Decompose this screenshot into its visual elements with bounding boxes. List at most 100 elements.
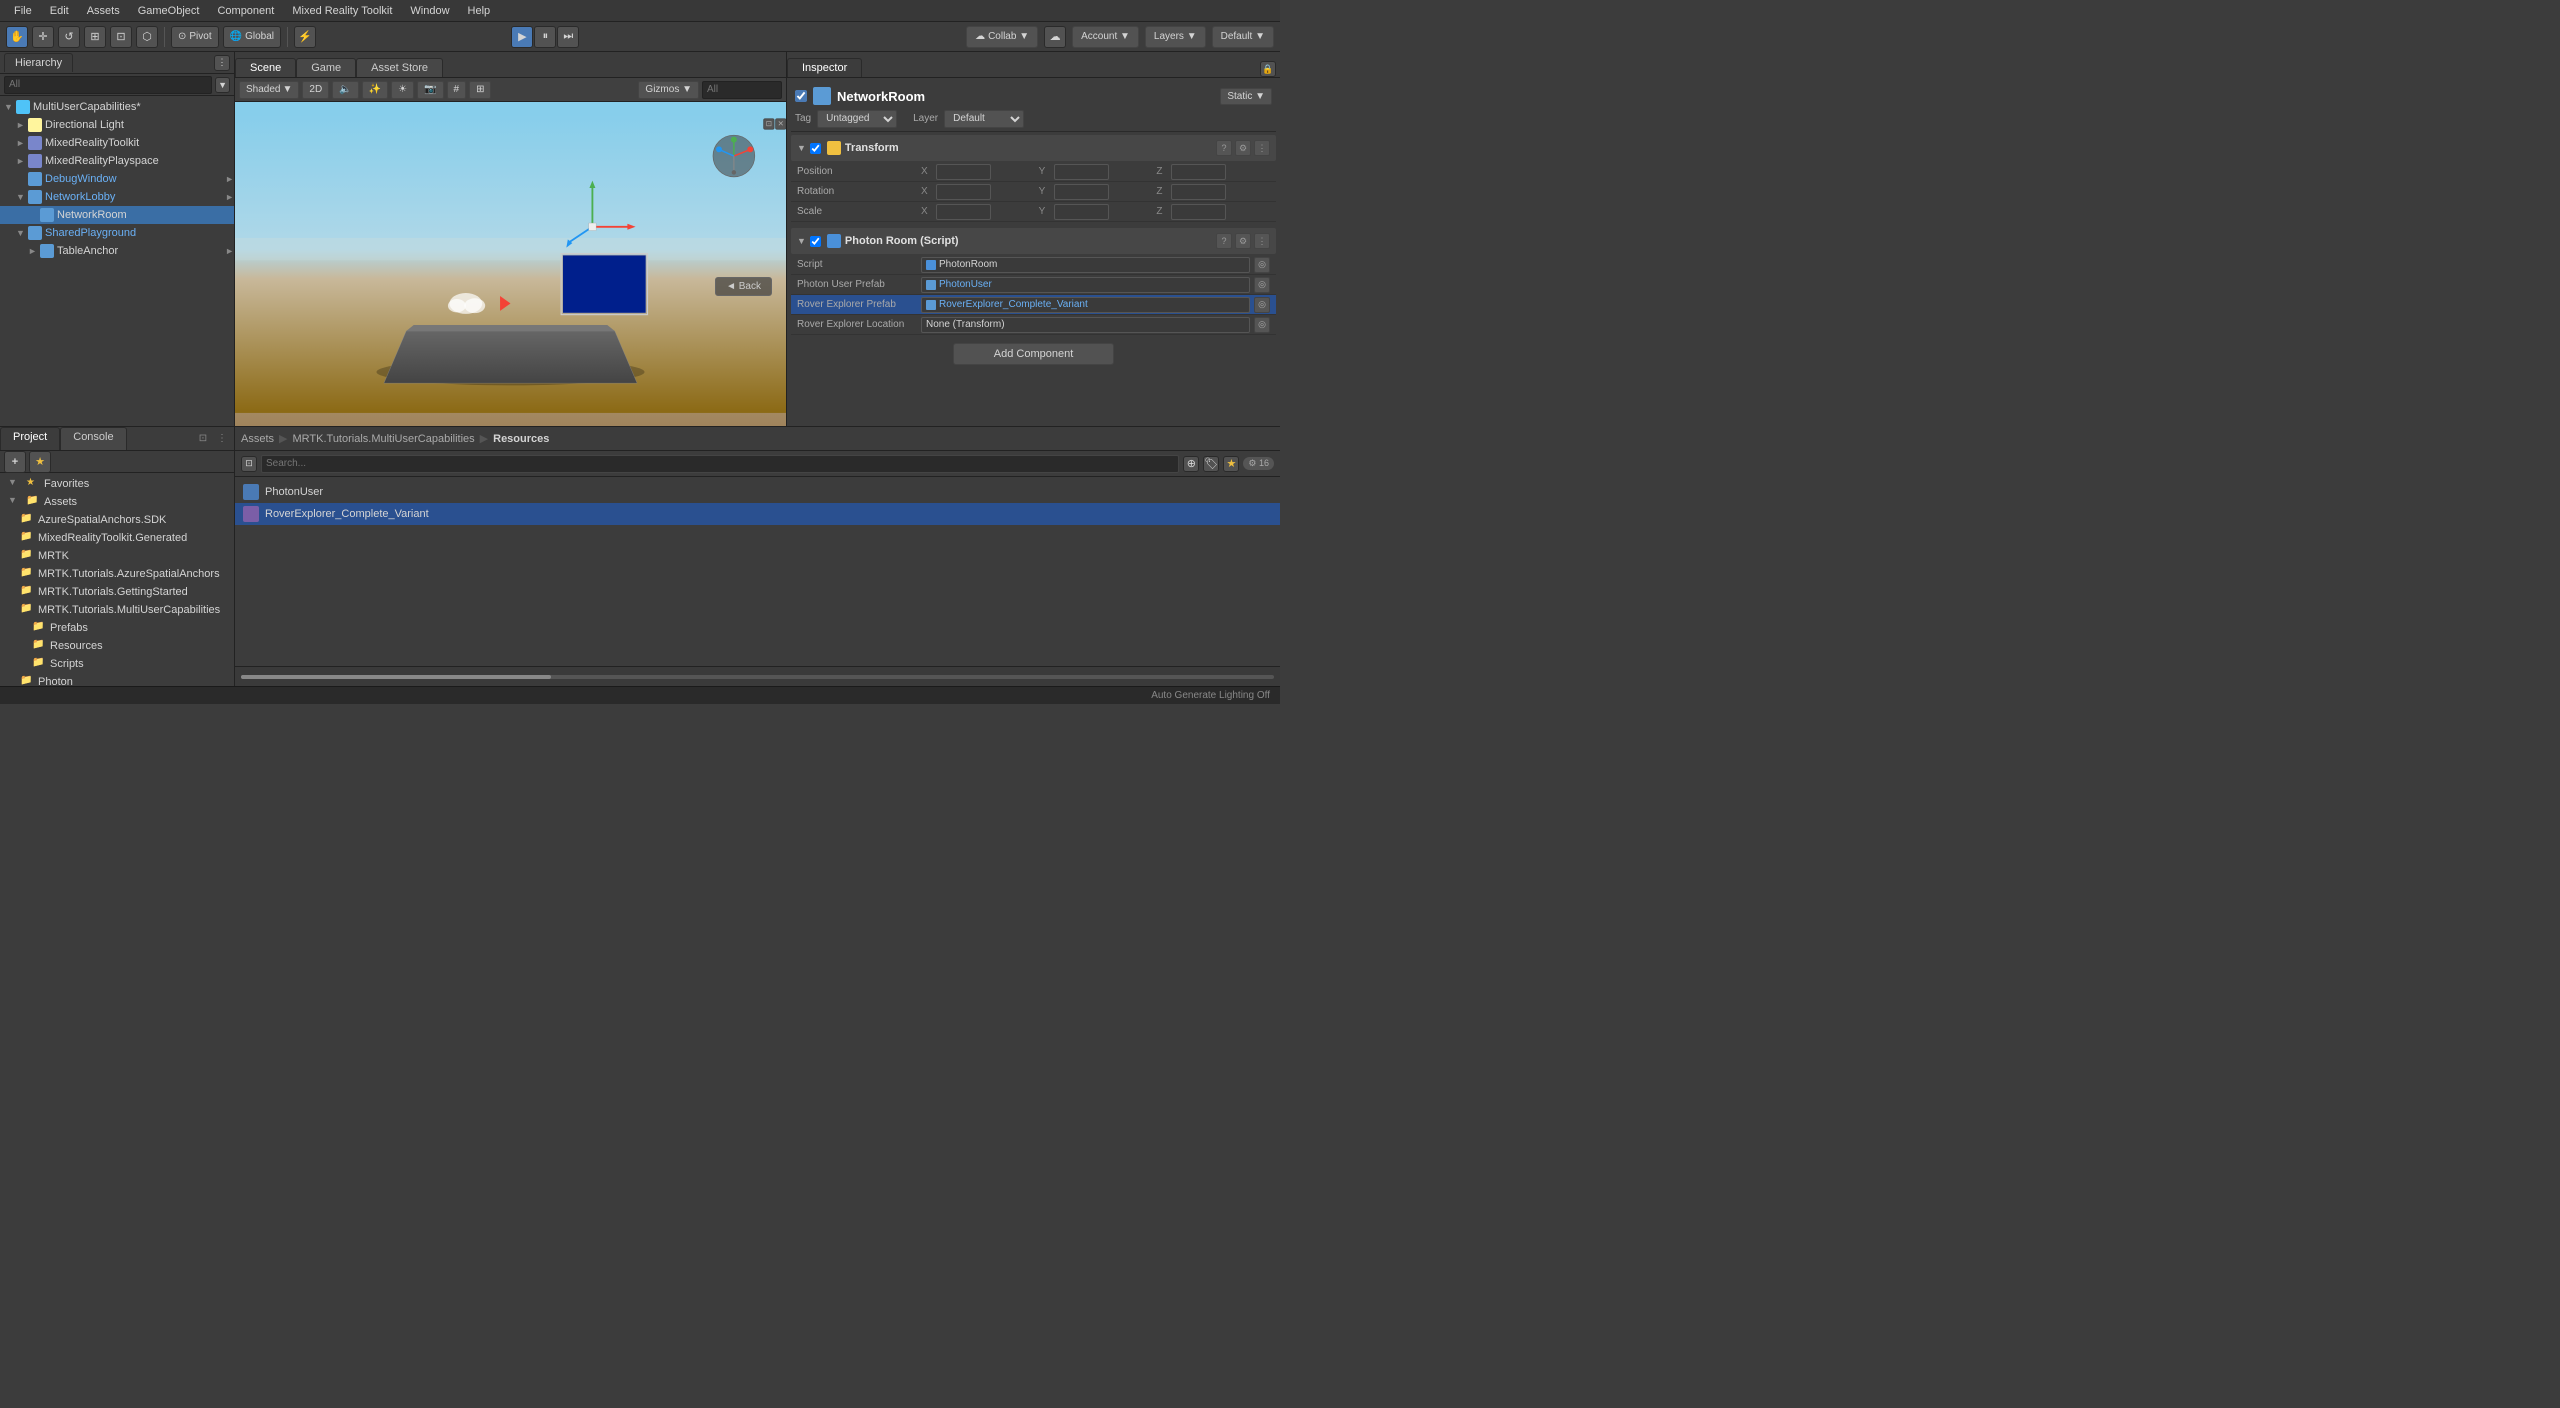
layers-button[interactable]: Layers ▼ [1145,26,1206,48]
cloud-button[interactable]: ☁ [1044,26,1066,48]
inspector-lock-btn[interactable]: 🔒 [1260,61,1276,77]
step-button[interactable]: ⏭ [557,26,579,48]
add-project-btn[interactable]: + [4,451,26,473]
transform-settings-btn[interactable]: ⚙ [1235,140,1251,156]
breadcrumb-resources[interactable]: Resources [493,433,549,445]
project-menu-btn[interactable]: ⋮ [214,431,230,447]
hierarchy-search[interactable] [4,76,212,94]
position-z-input[interactable]: 0 [1171,164,1226,180]
audio-btn[interactable]: 🔈 [332,81,358,99]
mrtk-azure-item[interactable]: 📁 MRTK.Tutorials.AzureSpatialAnchors [0,565,234,583]
transform-enabled[interactable] [810,143,821,154]
resources-item[interactable]: 📁 Resources [0,637,234,655]
hierarchy-item-debugwindow[interactable]: DebugWindow ► [0,170,234,188]
file-photonuser[interactable]: PhotonUser [235,481,1280,503]
tag-select[interactable]: Untagged [817,110,897,128]
rotation-x-input[interactable]: 0 [936,184,991,200]
scene-viewport[interactable]: ⊡ ✕ ◄ Back [235,102,786,426]
hierarchy-item-directional-light[interactable]: ► Directional Light [0,116,234,134]
file-search-fav-btn[interactable]: ★ [1223,456,1239,472]
file-roverexplorer[interactable]: RoverExplorer_Complete_Variant [235,503,1280,525]
tool-transform[interactable]: ⬡ [136,26,158,48]
static-button[interactable]: Static ▼ [1220,88,1272,105]
gizmos-btn[interactable]: Gizmos ▼ [638,81,699,99]
photon-enabled[interactable] [810,236,821,247]
collab-button[interactable]: ☁ Collab ▼ [966,26,1038,48]
tool-rotate[interactable]: ↺ [58,26,80,48]
inspector-tab[interactable]: Inspector [787,58,862,77]
rover-location-pick-btn[interactable]: ◎ [1254,317,1270,333]
fav-star-btn[interactable]: ★ [29,451,51,473]
add-component-button[interactable]: Add Component [953,343,1115,365]
scripts-item[interactable]: 📁 Scripts [0,655,234,673]
mrtk-generated-item[interactable]: 📁 MixedRealityToolkit.Generated [0,529,234,547]
scene-lighting-btn[interactable]: ☀ [391,81,414,99]
transform-help-btn[interactable]: ? [1216,140,1232,156]
extra-tool[interactable]: ⚡ [294,26,316,48]
render-mode-btn[interactable]: Shaded ▼ [239,81,299,99]
hierarchy-item-mrtoolkit[interactable]: ► MixedRealityToolkit [0,134,234,152]
rotation-z-input[interactable]: 0 [1171,184,1226,200]
prefabs-item[interactable]: 📁 Prefabs [0,619,234,637]
hierarchy-menu-btn[interactable]: ⋮ [214,55,230,71]
transform-component-header[interactable]: ▼ Transform ? ⚙ ⋮ [791,135,1276,161]
menu-file[interactable]: File [6,3,40,19]
menu-window[interactable]: Window [402,3,457,19]
favorites-item[interactable]: ▼ ★ Favorites [0,475,234,493]
file-scrollbar[interactable] [241,675,1274,679]
transform-menu-btn[interactable]: ⋮ [1254,140,1270,156]
file-search-type-btn[interactable]: ⊕ [1183,456,1199,472]
back-button[interactable]: ◄ Back [715,277,772,296]
hierarchy-item-networkroom[interactable]: NetworkRoom [0,206,234,224]
project-lock-btn[interactable]: ⊡ [195,431,211,447]
file-back-btn[interactable]: ⊡ [241,456,257,472]
menu-mrtk[interactable]: Mixed Reality Toolkit [284,3,400,19]
breadcrumb-assets[interactable]: Assets [241,433,274,445]
rover-explorer-pick-btn[interactable]: ◎ [1254,297,1270,313]
photon-room-component-header[interactable]: ▼ Photon Room (Script) ? ⚙ ⋮ [791,228,1276,254]
menu-help[interactable]: Help [460,3,499,19]
breadcrumb-mrtk[interactable]: MRTK.Tutorials.MultiUserCapabilities [292,433,474,445]
hierarchy-options[interactable]: ▼ [215,77,230,93]
mode-2d-btn[interactable]: 2D [302,81,329,99]
photon-menu-btn[interactable]: ⋮ [1254,233,1270,249]
hierarchy-item-sharedplayground[interactable]: ▼ SharedPlayground [0,224,234,242]
default-layout-button[interactable]: Default ▼ [1212,26,1274,48]
file-search-label-btn[interactable]: 🏷 [1203,456,1219,472]
wireframe-btn[interactable]: ⊞ [469,81,491,99]
assets-root-item[interactable]: ▼ 📁 Assets [0,493,234,511]
fx-btn[interactable]: ✨ [362,81,388,99]
menu-gameobject[interactable]: GameObject [130,3,208,19]
project-tab[interactable]: Project [0,427,60,450]
mrtk-getting-started-item[interactable]: 📁 MRTK.Tutorials.GettingStarted [0,583,234,601]
photon-settings-btn[interactable]: ⚙ [1235,233,1251,249]
mrtk-multiuser-item[interactable]: 📁 MRTK.Tutorials.MultiUserCapabilities [0,601,234,619]
scale-z-input[interactable]: 1 [1171,204,1226,220]
object-enabled-checkbox[interactable] [795,90,807,102]
scale-x-input[interactable]: 1 [936,204,991,220]
tool-move[interactable]: ✛ [32,26,54,48]
photon-item[interactable]: 📁 Photon [0,673,234,686]
grid-btn[interactable]: # [447,81,467,99]
photon-user-pick-btn[interactable]: ◎ [1254,277,1270,293]
scale-y-input[interactable]: 1 [1054,204,1109,220]
pause-button[interactable]: ⏸ [534,26,556,48]
position-y-input[interactable]: 0 [1054,164,1109,180]
hierarchy-item-mrplayspace[interactable]: ► MixedRealityPlayspace [0,152,234,170]
hierarchy-item-root[interactable]: ▼ MultiUserCapabilities* [0,98,234,116]
console-tab[interactable]: Console [60,427,126,450]
tool-rect[interactable]: ⊡ [110,26,132,48]
tab-asset-store[interactable]: Asset Store [356,58,443,77]
camera-btn[interactable]: 📷 [417,81,443,99]
global-button[interactable]: 🌐 Global [223,26,281,48]
pivot-button[interactable]: ⊙ Pivot [171,26,219,48]
tab-game[interactable]: Game [296,58,356,77]
script-pick-btn[interactable]: ◎ [1254,257,1270,273]
photon-help-btn[interactable]: ? [1216,233,1232,249]
menu-assets[interactable]: Assets [79,3,128,19]
tool-hand[interactable]: ✋ [6,26,28,48]
scene-search[interactable] [702,81,782,99]
file-search-input[interactable] [261,455,1179,473]
menu-component[interactable]: Component [209,3,282,19]
layer-select[interactable]: Default [944,110,1024,128]
